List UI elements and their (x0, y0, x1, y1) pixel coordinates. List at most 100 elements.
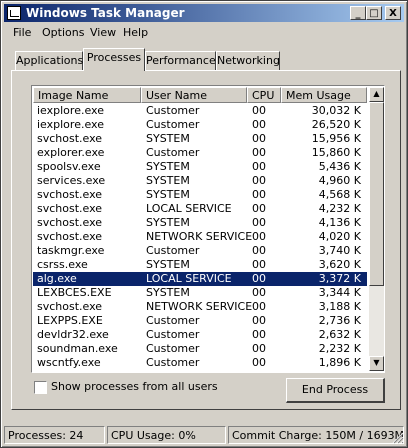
process-image-name: taskmgr.exe (37, 244, 105, 257)
menu-file[interactable]: File (13, 26, 31, 39)
process-cpu: 00 (252, 342, 266, 355)
scroll-up-icon[interactable]: ▲ (369, 87, 384, 102)
process-mem-usage: 2,736 K (318, 314, 361, 327)
scroll-down-icon[interactable]: ▼ (369, 356, 384, 371)
process-cpu: 00 (252, 272, 266, 285)
process-user-name: Customer (146, 314, 200, 327)
column-header-user-name[interactable]: User Name (141, 87, 247, 103)
process-cpu: 00 (252, 356, 266, 369)
task-manager-icon (7, 6, 21, 20)
process-image-name: services.exe (37, 174, 106, 187)
process-cpu: 00 (252, 286, 266, 299)
process-cpu: 00 (252, 328, 266, 341)
status-cpu-usage: CPU Usage: 0% (107, 426, 226, 444)
resize-grip-icon[interactable] (392, 432, 404, 444)
process-image-name: svchost.exe (37, 216, 103, 229)
process-cpu: 00 (252, 216, 266, 229)
process-row[interactable]: svchost.exe SYSTEM 00 15,956 K (33, 132, 367, 146)
process-image-name: alg.exe (37, 272, 77, 285)
tab-processes[interactable]: Processes (83, 48, 145, 71)
title-bar[interactable]: Windows Task Manager _ □ X (4, 4, 404, 22)
minimize-button[interactable]: _ (350, 6, 366, 20)
tab-networking[interactable]: Networking (216, 51, 280, 70)
process-cpu: 00 (252, 244, 266, 257)
process-cpu: 00 (252, 258, 266, 271)
process-user-name: Customer (146, 244, 200, 257)
process-user-name: LOCAL SERVICE (146, 202, 232, 215)
process-mem-usage: 15,956 K (311, 132, 361, 145)
process-mem-usage: 3,372 K (318, 272, 361, 285)
column-header-cpu[interactable]: CPU (247, 87, 281, 103)
window-title: Windows Task Manager (26, 6, 185, 20)
process-image-name: iexplore.exe (37, 104, 104, 117)
process-row[interactable]: svchost.exe SYSTEM 00 4,136 K (33, 216, 367, 230)
process-row[interactable]: taskmgr.exe Customer 00 3,740 K (33, 244, 367, 258)
process-image-name: svchost.exe (37, 202, 103, 215)
process-image-name: svchost.exe (37, 230, 103, 243)
process-image-name: explorer.exe (37, 146, 105, 159)
process-cpu: 00 (252, 314, 266, 327)
process-mem-usage: 2,232 K (318, 342, 361, 355)
show-all-users-label[interactable]: Show processes from all users (51, 380, 218, 393)
process-row[interactable]: svchost.exe LOCAL SERVICE 00 4,232 K (33, 202, 367, 216)
process-user-name: SYSTEM (146, 160, 190, 173)
process-image-name: svchost.exe (37, 300, 103, 313)
process-user-name: Customer (146, 342, 200, 355)
menu-view[interactable]: View (90, 26, 116, 39)
menu-help[interactable]: Help (123, 26, 148, 39)
process-row[interactable]: explorer.exe Customer 00 15,860 K (33, 146, 367, 160)
process-row[interactable]: LEXBCES.EXE SYSTEM 00 3,344 K (33, 286, 367, 300)
process-image-name: soundman.exe (37, 342, 118, 355)
process-image-name: LEXBCES.EXE (37, 286, 112, 299)
process-user-name: Customer (146, 146, 200, 159)
process-row[interactable]: svchost.exe SYSTEM 00 4,568 K (33, 188, 367, 202)
process-user-name: SYSTEM (146, 174, 190, 187)
column-header-mem-usage[interactable]: Mem Usage (281, 87, 367, 103)
process-image-name: spoolsv.exe (37, 160, 101, 173)
process-image-name: wscntfy.exe (37, 356, 101, 369)
column-header-image-name[interactable]: Image Name (33, 87, 141, 103)
process-user-name: LOCAL SERVICE (146, 272, 232, 285)
process-row[interactable]: iexplore.exe Customer 00 30,032 K (33, 104, 367, 118)
process-cpu: 00 (252, 118, 266, 131)
maximize-button[interactable]: □ (366, 6, 382, 20)
process-user-name: SYSTEM (146, 188, 190, 201)
end-process-button[interactable]: End Process (286, 378, 385, 403)
process-mem-usage: 2,632 K (318, 328, 361, 341)
process-row[interactable]: alg.exe LOCAL SERVICE 00 3,372 K (33, 272, 367, 286)
tab-applications[interactable]: Applications (15, 51, 83, 70)
process-cpu: 00 (252, 230, 266, 243)
process-row[interactable]: wscntfy.exe Customer 00 1,896 K (33, 356, 367, 370)
process-row[interactable]: svchost.exe NETWORK SERVICE 00 3,188 K (33, 300, 367, 314)
tab-strip: Applications Processes Performance Netwo… (1, 47, 407, 71)
process-user-name: SYSTEM (146, 258, 190, 271)
task-manager-window: Windows Task Manager _ □ X File Options … (0, 0, 408, 448)
process-mem-usage: 3,740 K (318, 244, 361, 257)
process-row[interactable]: iexplore.exe Customer 00 26,520 K (33, 118, 367, 132)
close-button[interactable]: X (385, 6, 401, 20)
process-cpu: 00 (252, 174, 266, 187)
process-image-name: devldr32.exe (37, 328, 109, 341)
process-mem-usage: 4,960 K (318, 174, 361, 187)
process-row[interactable]: devldr32.exe Customer 00 2,632 K (33, 328, 367, 342)
process-row[interactable]: svchost.exe NETWORK SERVICE 00 4,020 K (33, 230, 367, 244)
process-mem-usage: 4,136 K (318, 216, 361, 229)
process-row[interactable]: soundman.exe Customer 00 2,232 K (33, 342, 367, 356)
tab-performance[interactable]: Performance (145, 51, 216, 70)
process-cpu: 00 (252, 188, 266, 201)
process-cpu: 00 (252, 104, 266, 117)
vertical-scrollbar[interactable]: ▲ ▼ (369, 87, 384, 371)
process-row[interactable]: services.exe SYSTEM 00 4,960 K (33, 174, 367, 188)
scroll-thumb[interactable] (369, 102, 384, 286)
process-mem-usage: 5,436 K (318, 160, 361, 173)
process-mem-usage: 4,020 K (318, 230, 361, 243)
process-cpu: 00 (252, 146, 266, 159)
process-list[interactable]: Image Name User Name CPU Mem Usage iexpl… (31, 85, 385, 373)
process-mem-usage: 4,568 K (318, 188, 361, 201)
menu-options[interactable]: Options (42, 26, 84, 39)
process-row[interactable]: LEXPPS.EXE Customer 00 2,736 K (33, 314, 367, 328)
show-all-users-checkbox[interactable] (34, 381, 47, 394)
process-row[interactable]: spoolsv.exe SYSTEM 00 5,436 K (33, 160, 367, 174)
status-commit-charge: Commit Charge: 150M / 1693M (228, 426, 404, 444)
process-row[interactable]: csrss.exe SYSTEM 00 3,620 K (33, 258, 367, 272)
